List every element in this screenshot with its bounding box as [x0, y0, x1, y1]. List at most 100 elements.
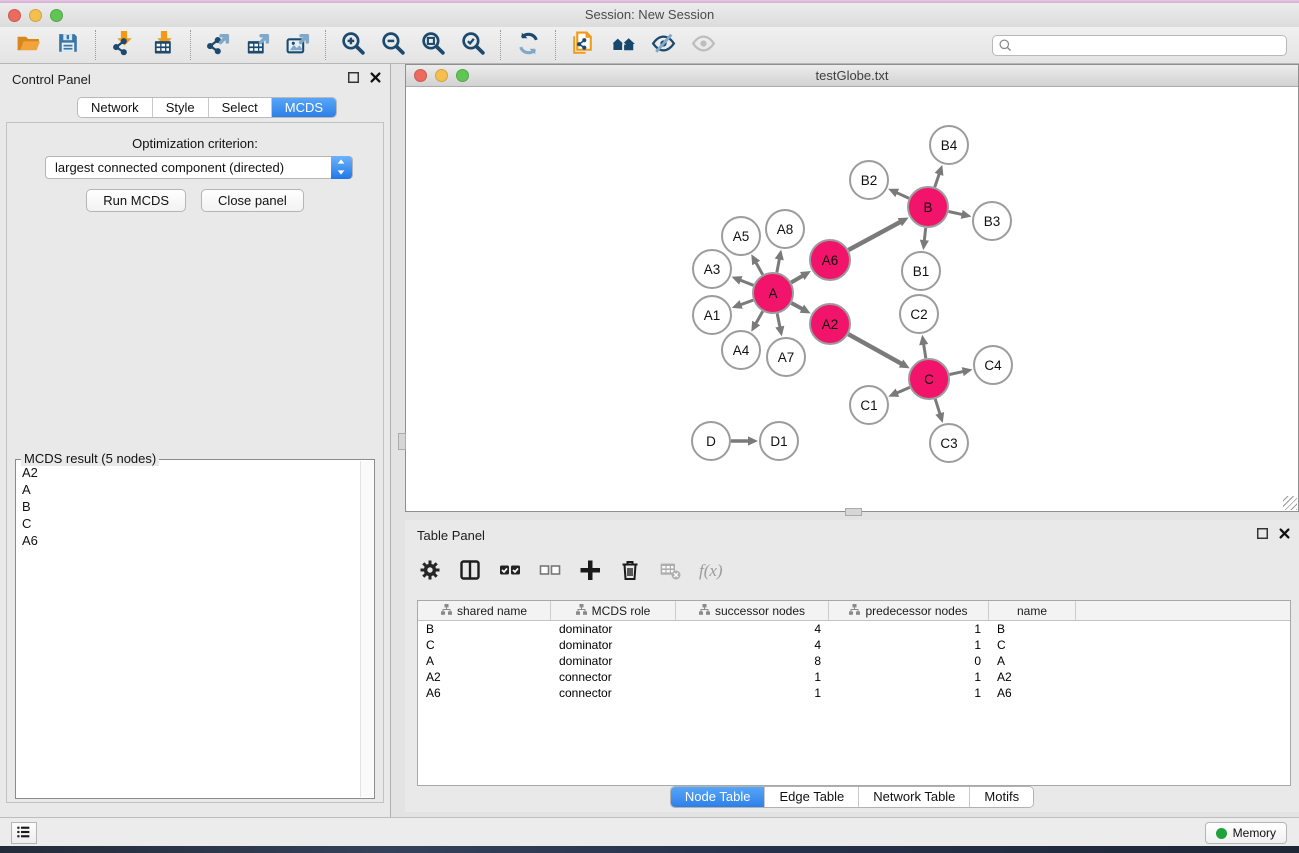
- export-image-button[interactable]: [278, 29, 318, 61]
- refresh-layout-button[interactable]: [508, 29, 548, 61]
- column-header-shared-name[interactable]: shared name: [418, 601, 551, 620]
- edge-A-A7[interactable]: [777, 314, 780, 329]
- task-history-button[interactable]: [11, 822, 37, 844]
- create-column-button[interactable]: [575, 556, 605, 586]
- edge-A-A5[interactable]: [755, 261, 763, 274]
- delete-table-button[interactable]: [655, 556, 685, 586]
- show-all-button[interactable]: [683, 29, 723, 61]
- edge-C-C4[interactable]: [950, 371, 965, 374]
- table-settings-button[interactable]: [415, 556, 445, 586]
- export-network-button[interactable]: [198, 29, 238, 61]
- mcds-result-item[interactable]: A: [22, 481, 358, 498]
- delete-column-button[interactable]: [615, 556, 645, 586]
- zoom-selected-button[interactable]: [453, 29, 493, 61]
- tab-edge-table[interactable]: Edge Table: [765, 787, 859, 807]
- close-panel-icon[interactable]: [369, 71, 382, 89]
- edge-A6-B[interactable]: [848, 221, 901, 250]
- mcds-result-item[interactable]: B: [22, 498, 358, 515]
- tab-select[interactable]: Select: [209, 98, 272, 117]
- split-handle-left[interactable]: [398, 433, 406, 450]
- graph-node-D[interactable]: D: [692, 422, 730, 460]
- edge-A-A1[interactable]: [739, 300, 753, 305]
- edge-B-B4[interactable]: [935, 172, 940, 187]
- toggle-panel-columns-button[interactable]: [455, 556, 485, 586]
- import-table-button[interactable]: [143, 29, 183, 61]
- edge-B-B3[interactable]: [949, 211, 964, 214]
- column-header-successor-nodes[interactable]: successor nodes: [676, 601, 829, 620]
- first-neighbors-button[interactable]: [603, 29, 643, 61]
- graph-node-B4[interactable]: B4: [930, 126, 968, 164]
- table-row-B[interactable]: Bdominator41B: [418, 621, 1290, 637]
- table-row-A6[interactable]: A6connector11A6: [418, 685, 1290, 701]
- graph-node-A5[interactable]: A5: [722, 217, 760, 255]
- edge-A-A4[interactable]: [755, 311, 763, 324]
- close-panel-button[interactable]: Close panel: [201, 189, 304, 212]
- graph-node-A6[interactable]: A6: [810, 240, 850, 280]
- network-canvas[interactable]: B4B2BB3A5A8A6B1A3AA1C2A2A4A7C4CC1C3DD1: [406, 87, 1298, 511]
- float-table-panel-icon[interactable]: [1256, 527, 1269, 545]
- graph-node-C1[interactable]: C1: [850, 386, 888, 424]
- split-handle-bottom[interactable]: [845, 508, 862, 516]
- open-session-button[interactable]: [8, 29, 48, 61]
- search-input[interactable]: [992, 35, 1287, 56]
- mcds-result-item[interactable]: C: [22, 515, 358, 532]
- graph-node-A2[interactable]: A2: [810, 304, 850, 344]
- tab-network-table[interactable]: Network Table: [859, 787, 970, 807]
- edge-B-B2[interactable]: [895, 192, 909, 198]
- graph-node-A3[interactable]: A3: [693, 250, 731, 288]
- edge-A-A3[interactable]: [739, 280, 753, 286]
- edge-B-B1[interactable]: [924, 228, 926, 242]
- graph-node-C4[interactable]: C4: [974, 346, 1012, 384]
- mcds-result-item[interactable]: A6: [22, 532, 358, 549]
- zoom-out-button[interactable]: [373, 29, 413, 61]
- select-all-rows-button[interactable]: [495, 556, 525, 586]
- edge-A-A6[interactable]: [791, 275, 804, 282]
- deselect-all-rows-button[interactable]: [535, 556, 565, 586]
- graph-node-A[interactable]: A: [753, 273, 793, 313]
- tab-node-table[interactable]: Node Table: [671, 787, 766, 807]
- edge-A-A2[interactable]: [791, 303, 803, 310]
- edge-C-C2[interactable]: [923, 343, 925, 359]
- mcds-list-scrollbar[interactable]: [360, 461, 373, 797]
- memory-button[interactable]: Memory: [1205, 822, 1287, 844]
- save-session-button[interactable]: [48, 29, 88, 61]
- table-row-A2[interactable]: A2connector11A2: [418, 669, 1290, 685]
- graph-node-A1[interactable]: A1: [693, 296, 731, 334]
- edge-C-C3[interactable]: [935, 399, 940, 415]
- tab-network[interactable]: Network: [78, 98, 153, 117]
- edge-A2-C[interactable]: [848, 334, 902, 364]
- edge-C-C1[interactable]: [896, 387, 910, 393]
- close-table-panel-icon[interactable]: [1278, 527, 1291, 545]
- zoom-fit-button[interactable]: [413, 29, 453, 61]
- import-network-button[interactable]: [103, 29, 143, 61]
- graph-node-C2[interactable]: C2: [900, 295, 938, 333]
- graph-node-C3[interactable]: C3: [930, 424, 968, 462]
- tab-style[interactable]: Style: [153, 98, 209, 117]
- clone-network-button[interactable]: [563, 29, 603, 61]
- column-header-MCDS-role[interactable]: MCDS role: [551, 601, 676, 620]
- graph-node-B3[interactable]: B3: [973, 202, 1011, 240]
- mcds-result-item[interactable]: A2: [22, 464, 358, 481]
- float-panel-icon[interactable]: [347, 71, 360, 89]
- graph-node-D1[interactable]: D1: [760, 422, 798, 460]
- edge-A-A8[interactable]: [777, 258, 780, 273]
- optimization-criterion-select[interactable]: largest connected component (directed): [45, 156, 353, 179]
- graph-node-A7[interactable]: A7: [767, 338, 805, 376]
- run-mcds-button[interactable]: Run MCDS: [86, 189, 186, 212]
- column-header-predecessor-nodes[interactable]: predecessor nodes: [829, 601, 989, 620]
- graph-node-B[interactable]: B: [908, 187, 948, 227]
- function-builder-button[interactable]: f(x): [695, 556, 725, 586]
- table-row-C[interactable]: Cdominator41C: [418, 637, 1290, 653]
- graph-node-A4[interactable]: A4: [722, 331, 760, 369]
- hide-selected-button[interactable]: [643, 29, 683, 61]
- table-row-A[interactable]: Adominator80A: [418, 653, 1290, 669]
- tab-mcds[interactable]: MCDS: [272, 98, 336, 117]
- export-table-button[interactable]: [238, 29, 278, 61]
- zoom-in-button[interactable]: [333, 29, 373, 61]
- window-resize-grip[interactable]: [1283, 496, 1297, 510]
- graph-node-B2[interactable]: B2: [850, 161, 888, 199]
- column-header-name[interactable]: name: [989, 601, 1076, 620]
- tab-motifs[interactable]: Motifs: [970, 787, 1033, 807]
- graph-node-A8[interactable]: A8: [766, 210, 804, 248]
- graph-node-C[interactable]: C: [909, 359, 949, 399]
